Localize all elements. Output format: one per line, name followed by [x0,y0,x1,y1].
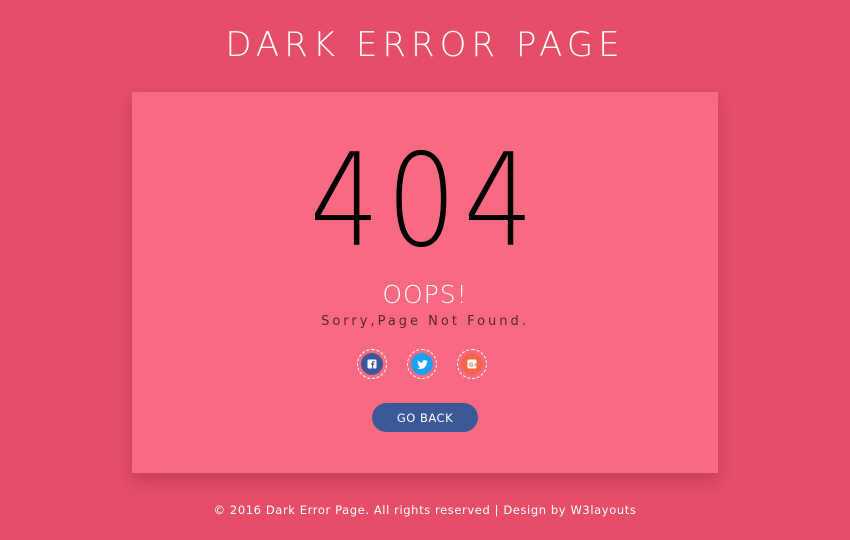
facebook-icon [361,353,383,375]
facebook-button[interactable] [357,349,387,379]
error-code: 404 [309,127,541,276]
google-plus-icon: G+ [461,353,483,375]
social-links: G+ [357,349,493,381]
twitter-icon [411,353,433,375]
svg-text:G+: G+ [469,362,477,368]
google-plus-button[interactable]: G+ [457,349,487,379]
error-heading: OOPS! [382,280,468,309]
footer-text: © 2016 Dark Error Page. All rights reser… [213,503,637,517]
page-title: DARK ERROR PAGE [225,25,625,65]
error-message: Sorry,Page Not Found. [321,314,529,329]
twitter-button[interactable] [407,349,437,379]
go-back-button[interactable]: GO BACK [372,403,478,432]
